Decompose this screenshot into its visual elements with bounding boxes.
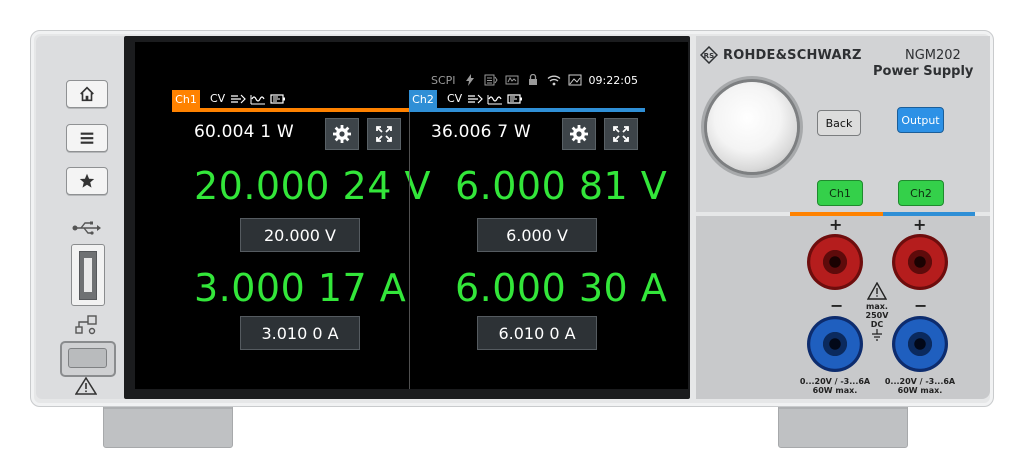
ch2-minus-sign: − bbox=[914, 296, 928, 315]
rotary-knob[interactable] bbox=[707, 82, 797, 172]
ch1-rating-range: 0...20V / -3...6A bbox=[799, 377, 871, 386]
sequence-icon bbox=[505, 75, 519, 85]
ch2-plus-sign: + bbox=[913, 215, 927, 234]
ch1-plus-sign: + bbox=[829, 215, 843, 234]
logging-icon bbox=[484, 74, 498, 86]
channel-2-voltage-setpoint[interactable]: 6.000 V bbox=[477, 218, 597, 252]
channel-1-expand-button[interactable] bbox=[367, 118, 401, 150]
channel-2-power: 36.006 7 W bbox=[431, 122, 531, 142]
channel-1-power: 60.004 1 W bbox=[194, 122, 294, 142]
back-button[interactable]: Back bbox=[817, 110, 861, 136]
clock: 09:22:05 bbox=[588, 73, 638, 87]
brand-logo: RS ROHDE&SCHWARZ bbox=[700, 44, 862, 66]
lightning-icon bbox=[465, 74, 474, 86]
channel-2-color-strip bbox=[883, 212, 975, 216]
channel-1-voltage-setpoint[interactable]: 20.000 V bbox=[240, 218, 360, 252]
brand-name: ROHDE&SCHWARZ bbox=[723, 47, 862, 63]
menu-icon bbox=[80, 132, 94, 144]
max-label: max. bbox=[866, 302, 888, 311]
channel-2-header: Ch2 CV bbox=[409, 90, 645, 112]
ch1-rating-label: 0...20V / -3...6A 60W max. bbox=[799, 377, 871, 395]
output-button[interactable]: Output bbox=[897, 107, 944, 133]
remote-sense-icon bbox=[468, 94, 483, 104]
svg-text:RS: RS bbox=[704, 52, 715, 60]
gear-icon bbox=[333, 125, 351, 143]
ch1-minus-sign: − bbox=[830, 296, 844, 315]
channel-2-panel[interactable]: Ch2 CV 36.006 7 W 6.000 81 V 6.000 V 6.0… bbox=[409, 90, 667, 389]
warning-icon bbox=[75, 377, 97, 395]
channel-1-mode: CV bbox=[210, 92, 226, 105]
max-voltage-label: 250V DC bbox=[865, 311, 889, 329]
channel-1-tag: Ch1 bbox=[172, 90, 200, 108]
network-icon bbox=[75, 315, 97, 335]
expand-icon bbox=[376, 126, 392, 142]
channel-1-current-setpoint[interactable]: 3.010 0 A bbox=[240, 316, 360, 350]
channel-1-settings-button[interactable] bbox=[325, 118, 359, 150]
ch2-positive-terminal[interactable] bbox=[892, 234, 948, 290]
ch2-rating-label: 0...20V / -3...6A 60W max. bbox=[884, 377, 956, 395]
channel-1-header: Ch1 CV bbox=[172, 90, 409, 112]
max-voltage-warning: max. 250V DC bbox=[860, 281, 894, 342]
battery-icon bbox=[270, 94, 285, 104]
menu-button[interactable] bbox=[66, 124, 108, 152]
home-button[interactable] bbox=[66, 80, 108, 108]
usb-port[interactable] bbox=[71, 244, 105, 306]
ch2-negative-terminal[interactable] bbox=[892, 316, 948, 372]
channel-1-current-reading: 3.000 17 A bbox=[194, 266, 407, 310]
channel-2-mode: CV bbox=[447, 92, 463, 105]
device-subtitle: Power Supply bbox=[873, 64, 974, 79]
right-foot bbox=[778, 400, 908, 448]
warning-icon bbox=[866, 281, 888, 300]
power-button[interactable] bbox=[60, 341, 116, 377]
channel-1-panel[interactable]: Ch1 CV 60.004 1 W 20.000 24 V 20.000 V 3… bbox=[172, 90, 430, 389]
ripple-icon bbox=[487, 95, 502, 105]
screenshot-icon bbox=[568, 74, 582, 86]
usb-icon bbox=[72, 221, 101, 235]
channel-2-settings-button[interactable] bbox=[562, 118, 596, 150]
channel-2-current-reading: 6.000 30 A bbox=[455, 266, 668, 310]
home-icon bbox=[80, 86, 94, 102]
ch2-rating-power: 60W max. bbox=[897, 386, 943, 395]
ch1-negative-terminal[interactable] bbox=[807, 316, 863, 372]
ch1-positive-terminal[interactable] bbox=[807, 234, 863, 290]
expand-icon bbox=[613, 126, 629, 142]
battery-icon bbox=[507, 94, 522, 104]
channel-2-voltage-reading: 6.000 81 V bbox=[455, 164, 668, 208]
ch1-rating-power: 60W max. bbox=[812, 386, 858, 395]
star-icon bbox=[79, 173, 95, 188]
channel-2-tag: Ch2 bbox=[409, 90, 437, 108]
channel-2-current-setpoint[interactable]: 6.010 0 A bbox=[477, 316, 597, 350]
channel-2-expand-button[interactable] bbox=[604, 118, 638, 150]
model-number: NGM202 bbox=[905, 48, 961, 63]
ground-icon bbox=[872, 329, 882, 341]
display-screen: SCPI 09:22:05 Ch1 CV 60.004 1 W 20.000 2… bbox=[135, 42, 688, 389]
ripple-icon bbox=[250, 95, 265, 105]
wifi-icon bbox=[547, 75, 560, 86]
favorites-button[interactable] bbox=[66, 167, 108, 195]
left-foot bbox=[103, 400, 233, 448]
status-bar: SCPI 09:22:05 bbox=[431, 72, 638, 88]
remote-sense-icon bbox=[231, 94, 246, 104]
rohde-schwarz-logo-icon: RS bbox=[700, 46, 718, 64]
ch2-button[interactable]: Ch2 bbox=[898, 180, 944, 206]
gear-icon bbox=[570, 125, 588, 143]
ch2-rating-range: 0...20V / -3...6A bbox=[884, 377, 956, 386]
lock-icon bbox=[528, 74, 537, 85]
channel-1-voltage-reading: 20.000 24 V bbox=[194, 164, 431, 208]
scpi-indicator: SCPI bbox=[431, 73, 456, 87]
ch1-button[interactable]: Ch1 bbox=[817, 180, 863, 206]
